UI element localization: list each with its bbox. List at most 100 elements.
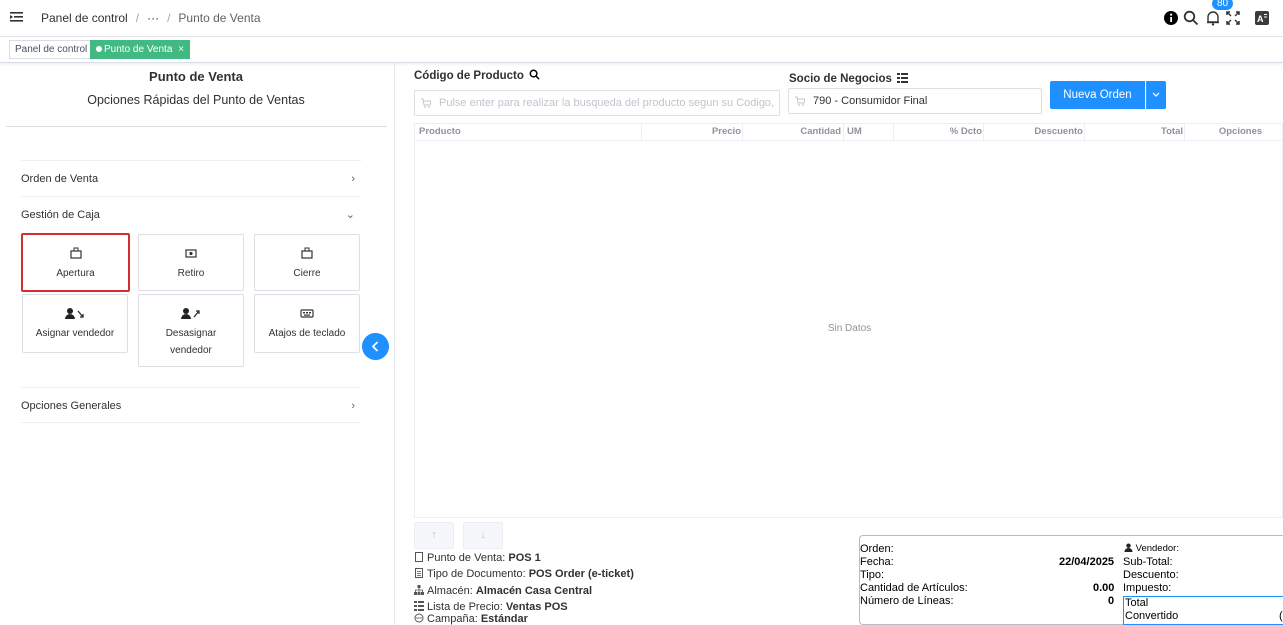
button-label: Cierre bbox=[293, 268, 321, 279]
breadcrumb-separator: / bbox=[167, 11, 171, 25]
tag-label: Punto de Venta bbox=[104, 44, 173, 55]
summary-convertido-value: ( bbox=[1279, 610, 1283, 622]
column-header: Descuento bbox=[984, 124, 1085, 140]
collapse-title: Gestión de Caja bbox=[21, 209, 100, 221]
info-label: Tipo de Documento: bbox=[427, 568, 526, 580]
summary-lineas-label: Número de Líneas: bbox=[860, 595, 954, 607]
user-unassign-icon bbox=[181, 308, 200, 319]
money-icon bbox=[185, 249, 197, 258]
button-label: Atajos de teclado bbox=[268, 328, 346, 339]
table-header: Producto Precio Cantidad UM % Dcto Descu… bbox=[415, 124, 1283, 141]
list-icon bbox=[897, 73, 909, 83]
panel-title: Punto de Venta bbox=[149, 69, 243, 84]
summary-total-label: Total bbox=[1125, 597, 1149, 609]
column-header-cantidad: Cantidad bbox=[800, 126, 841, 137]
apertura-button[interactable]: Apertura bbox=[21, 233, 130, 292]
active-dot-icon bbox=[96, 46, 102, 52]
breadcrumb: Panel de control / ··· / Punto de Venta bbox=[41, 11, 261, 25]
document-icon bbox=[415, 568, 423, 578]
desasignar-vendedor-button[interactable]: Desasignar vendedor bbox=[138, 294, 244, 367]
info-value: POS Order (e-ticket) bbox=[528, 568, 634, 580]
top-navbar: Panel de control / ··· / Punto de Venta … bbox=[0, 0, 1283, 37]
label-text: Socio de Negocios bbox=[789, 73, 892, 85]
divider bbox=[6, 126, 387, 127]
column-header: UM bbox=[844, 124, 894, 140]
summary-fecha-value: 22/04/2025 bbox=[1059, 556, 1115, 568]
summary-cantidad-value: 0.00 bbox=[1093, 582, 1115, 594]
breadcrumb-separator: / bbox=[135, 11, 140, 25]
breadcrumb-item-ellipsis[interactable]: ··· bbox=[147, 11, 159, 25]
info-label: Campaña: bbox=[427, 613, 478, 625]
menu-icon[interactable] bbox=[10, 10, 24, 24]
button-label: Retiro bbox=[177, 268, 205, 279]
column-header: Precio bbox=[642, 124, 743, 140]
column-header: % Dcto bbox=[894, 124, 984, 140]
notification-badge: 80 bbox=[1212, 0, 1234, 10]
new-order-button[interactable]: Nueva Orden bbox=[1050, 81, 1145, 109]
language-icon[interactable]: A bbox=[1254, 10, 1270, 26]
quick-options-panel: Punto de Venta Opciones Rápidas del Punt… bbox=[0, 63, 395, 625]
info-doc-type: Tipo de Documento: POS Order (e-ticket) bbox=[414, 568, 634, 580]
campaign-icon bbox=[414, 613, 424, 623]
business-partner-label: Socio de Negocios bbox=[789, 73, 909, 85]
retiro-button[interactable]: Retiro bbox=[138, 234, 244, 291]
button-label: Apertura bbox=[56, 268, 95, 279]
tablet-icon bbox=[415, 552, 423, 562]
tag-punto-de-venta[interactable]: Punto de Venta × bbox=[90, 40, 191, 59]
summary-tipo-label: Tipo: bbox=[860, 569, 885, 581]
bell-icon[interactable] bbox=[1205, 10, 1221, 26]
product-search-input[interactable]: Pulse enter para realizar la busqueda de… bbox=[414, 90, 780, 116]
info-icon[interactable] bbox=[1163, 10, 1179, 26]
atajos-teclado-button[interactable]: Atajos de teclado bbox=[254, 294, 360, 353]
asignar-vendedor-button[interactable]: Asignar vendedor bbox=[22, 294, 128, 353]
search-icon bbox=[529, 69, 540, 80]
info-campaign: Campaña: Estándar bbox=[414, 613, 528, 625]
input-value: 790 - Consumidor Final bbox=[813, 95, 928, 107]
user-icon bbox=[1124, 543, 1133, 552]
chevron-right-icon: › bbox=[351, 173, 355, 185]
cierre-button[interactable]: Cierre bbox=[254, 234, 360, 291]
cash-register-icon bbox=[301, 247, 313, 259]
summary-impuesto-label: Impuesto: bbox=[1123, 582, 1172, 594]
info-price-list: Lista de Precio: Ventas POS bbox=[414, 601, 568, 613]
column-header: Total bbox=[1085, 124, 1185, 140]
move-up-button[interactable]: ↑ bbox=[414, 522, 454, 549]
info-label: Punto de Venta: bbox=[427, 552, 506, 564]
search-icon[interactable] bbox=[1183, 10, 1199, 26]
collapse-orden-venta[interactable]: Orden de Venta › bbox=[21, 160, 361, 196]
summary-fecha-label: Fecha: bbox=[860, 556, 894, 568]
collapse-gestion-caja[interactable]: Gestión de Caja ⌄ bbox=[21, 196, 361, 232]
tags-view: Panel de control Punto de Venta × bbox=[0, 37, 1283, 63]
keyboard-icon bbox=[300, 309, 314, 318]
tag-close-icon[interactable]: × bbox=[178, 44, 184, 55]
sitemap-icon bbox=[414, 585, 424, 595]
collapse-panel-button[interactable] bbox=[362, 333, 389, 360]
info-value: Estándar bbox=[480, 613, 528, 625]
product-code-label: Código de Producto bbox=[414, 69, 540, 82]
summary-orden-label: Orden: bbox=[860, 543, 894, 555]
breadcrumb-item-current: Punto de Venta bbox=[178, 11, 261, 25]
cash-register-icon bbox=[69, 247, 82, 259]
tag-panel-de-control[interactable]: Panel de control bbox=[9, 40, 94, 59]
chevron-right-icon: › bbox=[351, 400, 355, 412]
info-value: Ventas POS bbox=[505, 601, 568, 613]
info-value: Almacén Casa Central bbox=[475, 585, 593, 597]
move-down-button[interactable]: ↓ bbox=[463, 522, 503, 549]
business-partner-input[interactable]: 790 - Consumidor Final bbox=[788, 88, 1042, 114]
column-header: Opciones bbox=[1218, 126, 1263, 137]
summary-cantidad-label: Cantidad de Artículos: bbox=[860, 582, 968, 594]
info-warehouse: Almacén: Almacén Casa Central bbox=[414, 585, 592, 597]
placeholder-text: Pulse enter para realizar la busqueda de… bbox=[439, 97, 774, 109]
summary-lineas-value: 0 bbox=[1108, 595, 1115, 607]
info-label: Almacén: bbox=[427, 585, 473, 597]
info-label: Lista de Precio: bbox=[427, 601, 503, 613]
fullscreen-icon[interactable] bbox=[1225, 10, 1241, 26]
info-value: POS 1 bbox=[508, 552, 541, 564]
list-icon bbox=[414, 601, 424, 611]
cart-icon bbox=[421, 98, 431, 108]
user-assign-icon bbox=[65, 308, 84, 319]
new-order-dropdown-button[interactable] bbox=[1146, 81, 1166, 109]
breadcrumb-item-home[interactable]: Panel de control bbox=[41, 11, 128, 25]
vendedor-label: Vendedor: bbox=[1135, 543, 1179, 554]
collapse-opciones-generales[interactable]: Opciones Generales › bbox=[21, 387, 361, 423]
